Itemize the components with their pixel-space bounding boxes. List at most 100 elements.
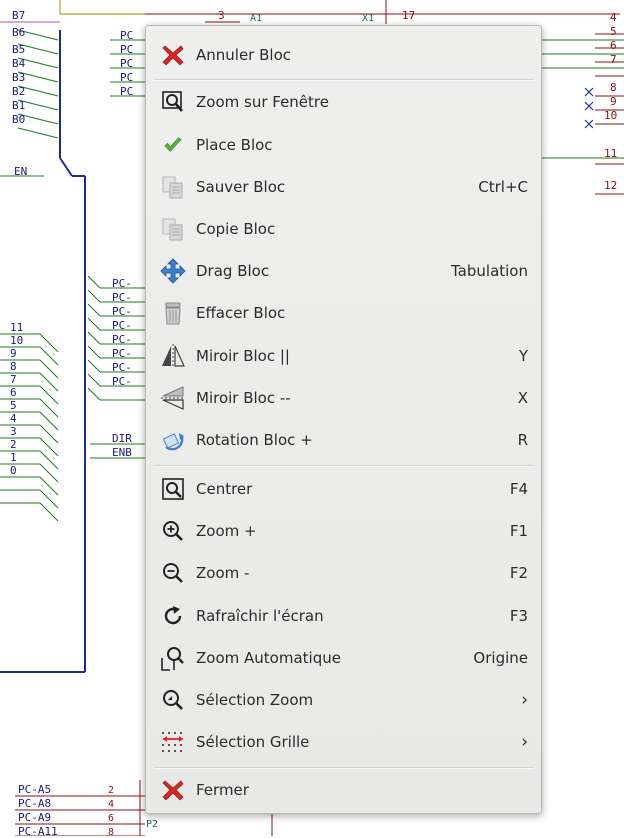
menu-item-label: Drag Bloc [196,262,270,280]
menu-item-label: Zoom - [196,564,250,582]
menu-separator [154,465,534,467]
menu-item-label: Rotation Bloc + [196,431,313,449]
right-pin-number: 6 [610,39,617,52]
menu-item-label: Place Bloc [196,136,273,154]
zoom-auto-icon [160,645,186,671]
bottom-net-label: PC-A8 [18,797,52,810]
menu-item-shortcut: F4 [509,480,528,498]
zoom-window-icon [160,89,186,115]
addr-pin-label: 11 [10,321,24,334]
copy-pages-icon [160,174,186,200]
menu-item-label: Miroir Bloc -- [196,389,291,407]
menu-item-label: Copie Bloc [196,220,276,238]
menu-item-effacer-bloc[interactable]: Effacer Bloc [154,295,534,331]
right-pin-number: 4 [610,11,617,24]
en-net-label: EN [14,165,28,178]
bus-pin-label: B1 [12,99,26,112]
zoom-out-icon [160,560,186,586]
menu-item-selection-zoom[interactable]: Sélection Zoom › [154,682,534,718]
addr-pin-label: 8 [10,360,17,373]
right-pin-number: 11 [604,147,618,160]
pc-net-label: PC- [112,319,132,332]
addr-pin-label: 3 [10,425,17,438]
menu-item-annuler-bloc[interactable]: Annuler Bloc [154,37,534,73]
bottom-pin-number: 6 [108,813,115,824]
menu-item-sauver-bloc[interactable]: Sauver Bloc Ctrl+C [154,169,534,205]
center-zoom-icon [160,476,186,502]
menu-item-miroir-vertical[interactable]: Miroir Bloc || Y [154,338,534,374]
menu-item-selection-grille[interactable]: Sélection Grille › [154,724,534,760]
right-pin-number: 9 [610,95,617,108]
menu-item-shortcut: X [517,389,528,407]
menu-item-zoom-out[interactable]: Zoom - F2 [154,555,534,591]
top-ref-label: A1 [250,13,263,24]
bus-pin-label: B2 [12,85,26,98]
menu-item-copie-bloc[interactable]: Copie Bloc [154,211,534,247]
bus-pin-label: B0 [12,113,26,126]
right-pin-number: 7 [610,53,617,66]
mirror-vertical-icon [160,343,186,369]
addr-pin-label: 10 [10,334,24,347]
menu-item-shortcut: Origine [473,649,528,667]
bottom-net-label: PC-A11 [18,825,58,838]
copy-pages-icon [160,216,186,242]
menu-item-label: Annuler Bloc [196,46,291,64]
pc-net-label: PC- [112,333,132,346]
menu-item-centrer[interactable]: Centrer F4 [154,471,534,507]
pc-net-label: PC- [112,277,132,290]
bottom-pin-number: 2 [108,785,115,796]
menu-item-miroir-horizontal[interactable]: Miroir Bloc -- X [154,380,534,416]
menu-item-label: Miroir Bloc || [196,347,290,365]
addr-pin-label: 5 [10,399,17,412]
pc-net-label: PC [120,29,134,42]
bus-pin-label: B3 [12,71,26,84]
bottom-pin-number: 4 [108,799,115,810]
right-pin-number: 10 [604,109,618,122]
menu-item-rafraichir[interactable]: Rafraîchir l'écran F3 [154,598,534,634]
menu-item-zoom-automatique[interactable]: Zoom Automatique Origine [154,640,534,676]
menu-item-place-bloc[interactable]: Place Bloc [154,127,534,163]
addr-pin-label: 6 [10,386,17,399]
bus-pin-label: B6 [12,26,26,39]
menu-item-zoom-fenetre[interactable]: Zoom sur Fenêtre [154,84,534,120]
block-context-menu: Annuler Bloc Zoom sur Fenêtre Place Bloc… [145,25,542,814]
menu-item-zoom-in[interactable]: Zoom + F1 [154,513,534,549]
menu-item-shortcut: F3 [509,607,528,625]
chevron-right-icon: › [521,690,528,710]
menu-item-rotation-bloc[interactable]: Rotation Bloc + R [154,422,534,458]
p2-ref-label: P2 [146,819,159,830]
red-x-icon [160,777,186,803]
menu-item-label: Zoom sur Fenêtre [196,93,329,111]
trash-icon [160,300,186,326]
enb-net-label: ENB [112,446,132,459]
bottom-pin-number: 8 [108,827,115,838]
zoom-select-icon [160,687,186,713]
top-ref-label: X1 [362,13,375,24]
dir-net-label: DIR [112,432,132,445]
pc-net-label: PC- [112,291,132,304]
bottom-net-label: PC-A9 [18,811,52,824]
right-pin-number: 12 [604,179,618,192]
menu-item-drag-bloc[interactable]: Drag Bloc Tabulation [154,253,534,289]
menu-item-label: Sauver Bloc [196,178,286,196]
menu-item-fermer[interactable]: Fermer [154,772,534,808]
pc-net-label: PC [120,85,134,98]
move-arrows-icon [160,258,186,284]
top-pin-number: 3 [218,9,225,22]
menu-item-shortcut: F2 [509,564,528,582]
menu-separator [154,767,534,769]
addr-pin-label: 7 [10,373,17,386]
menu-item-label: Rafraîchir l'écran [196,607,324,625]
bus-pin-label: B4 [12,57,26,70]
menu-item-label: Zoom Automatique [196,649,341,667]
addr-pin-label: 0 [10,464,17,477]
bus-pin-label: B5 [12,43,26,56]
menu-item-shortcut: F1 [509,522,528,540]
menu-separator [154,79,534,81]
menu-item-shortcut: Tabulation [451,262,528,280]
right-pin-number: 8 [610,81,617,94]
red-x-icon [160,42,186,68]
menu-item-label: Sélection Zoom [196,691,314,709]
pc-net-label: PC- [112,375,132,388]
menu-item-label: Zoom + [196,522,257,540]
